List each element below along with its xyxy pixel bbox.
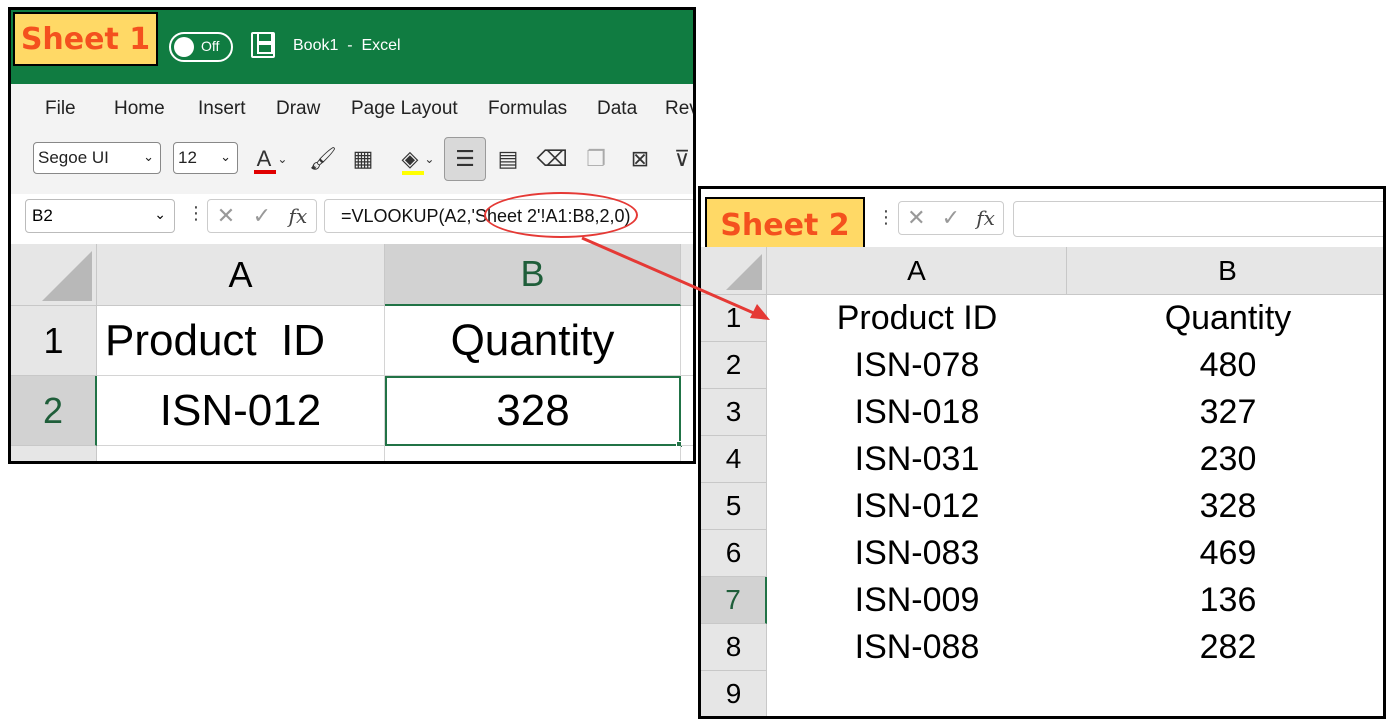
- select-all-corner[interactable]: [701, 247, 767, 295]
- cell-b6[interactable]: 469: [1067, 530, 1383, 577]
- column-header-b[interactable]: B: [385, 244, 681, 306]
- column-header-b[interactable]: B: [1067, 247, 1383, 295]
- chevron-down-icon: ⌄: [143, 149, 154, 164]
- cell-b8[interactable]: 282: [1067, 624, 1383, 671]
- font-color-icon: A: [253, 146, 276, 174]
- cell-b1[interactable]: Quantity: [385, 306, 681, 376]
- sheet1-label: Sheet 1: [13, 12, 158, 66]
- cell-b7[interactable]: 136: [1067, 577, 1383, 624]
- column-header-a[interactable]: A: [767, 247, 1067, 295]
- tab-review[interactable]: Rev: [665, 98, 693, 120]
- cell-c1[interactable]: [681, 306, 693, 376]
- name-box[interactable]: B2 ⌄: [25, 199, 175, 233]
- cell-a6[interactable]: ISN-083: [767, 530, 1067, 577]
- row-header-5[interactable]: 5: [701, 483, 767, 530]
- save-icon[interactable]: [251, 32, 275, 58]
- conditional-format-icon[interactable]: ▤: [493, 144, 523, 174]
- column-header-c[interactable]: [681, 244, 693, 306]
- font-size-value: 12: [178, 148, 197, 167]
- cell-b3[interactable]: 327: [1067, 389, 1383, 436]
- cell-b2[interactable]: 480: [1067, 342, 1383, 389]
- cell-a7[interactable]: ISN-009: [767, 577, 1067, 624]
- column-header-a[interactable]: A: [97, 244, 385, 306]
- cell-b5[interactable]: 328: [1067, 483, 1383, 530]
- tab-home[interactable]: Home: [114, 98, 165, 120]
- insert-function-icon[interactable]: fx: [289, 204, 308, 228]
- cell-a4[interactable]: ISN-031: [767, 436, 1067, 483]
- align-center-icon[interactable]: ☰: [444, 137, 486, 181]
- cell-a9[interactable]: [767, 671, 1067, 716]
- cell-a3[interactable]: ISN-018: [767, 389, 1067, 436]
- cell-b4[interactable]: 230: [1067, 436, 1383, 483]
- fill-color-button[interactable]: ◈ ⌄: [395, 144, 441, 175]
- font-name-select[interactable]: Segoe UI ⌄: [33, 142, 161, 174]
- cancel-icon[interactable]: ✕: [907, 206, 925, 231]
- row-header-4[interactable]: 4: [701, 436, 767, 483]
- range-highlight-circle: [484, 192, 638, 238]
- autosave-toggle[interactable]: Off: [169, 32, 233, 62]
- formula-buttons: ✕ ✓ fx: [898, 201, 1004, 235]
- tab-insert[interactable]: Insert: [198, 98, 246, 120]
- font-color-button[interactable]: A ⌄: [251, 144, 293, 174]
- tab-file[interactable]: File: [45, 98, 76, 120]
- tab-data[interactable]: Data: [597, 98, 637, 120]
- delete-cells-icon[interactable]: ⊠: [625, 144, 655, 174]
- toggle-knob: [174, 37, 194, 57]
- row-header-1[interactable]: 1: [701, 295, 767, 342]
- format-painter-icon[interactable]: 🖌: [308, 144, 338, 174]
- cell-a8[interactable]: ISN-088: [767, 624, 1067, 671]
- document-title: Book1 - Excel: [293, 37, 401, 54]
- copy-icon[interactable]: ❐: [581, 144, 611, 174]
- cell-a5[interactable]: ISN-012: [767, 483, 1067, 530]
- row-header-1[interactable]: 1: [11, 306, 97, 376]
- row-header-3[interactable]: [11, 446, 97, 461]
- cell-a1[interactable]: Product ID: [767, 295, 1067, 342]
- cancel-icon[interactable]: ✕: [217, 204, 235, 229]
- confirm-icon[interactable]: ✓: [253, 204, 271, 229]
- row-header-2[interactable]: 2: [11, 376, 97, 446]
- insert-function-icon[interactable]: fx: [976, 206, 995, 230]
- chevron-down-icon: ⌄: [424, 152, 435, 166]
- sheet2-window: Sheet 2 ⋮ ✕ ✓ fx A B 1 Product ID Quantity…: [698, 186, 1386, 719]
- cell-a3[interactable]: [97, 446, 385, 461]
- filter-icon[interactable]: ⊽: [667, 144, 693, 174]
- font-size-select[interactable]: 12 ⌄: [173, 142, 238, 174]
- chevron-down-icon: ⌄: [154, 206, 166, 222]
- cell-c2[interactable]: [681, 376, 693, 446]
- row-header-2[interactable]: 2: [701, 342, 767, 389]
- chevron-down-icon: ⌄: [220, 149, 231, 164]
- chevron-down-icon: ⌄: [277, 152, 288, 166]
- more-options-icon[interactable]: ⋮: [187, 203, 205, 224]
- cell-b3[interactable]: [385, 446, 681, 461]
- row-header-6[interactable]: 6: [701, 530, 767, 577]
- select-all-corner[interactable]: [11, 244, 97, 306]
- more-options-icon[interactable]: ⋮: [877, 207, 895, 228]
- tab-formulas[interactable]: Formulas: [488, 98, 567, 120]
- sheet2-label: Sheet 2: [705, 197, 865, 253]
- formula-buttons: ✕ ✓ fx: [207, 199, 317, 233]
- name-box-value: B2: [32, 206, 53, 225]
- cell-a2[interactable]: ISN-012: [97, 376, 385, 446]
- autosave-toggle-label: Off: [201, 38, 220, 54]
- cell-b1[interactable]: Quantity: [1067, 295, 1383, 342]
- font-name-value: Segoe UI: [38, 148, 109, 167]
- row-header-7[interactable]: 7: [701, 577, 767, 624]
- cell-a2[interactable]: ISN-078: [767, 342, 1067, 389]
- formula-input[interactable]: [1013, 201, 1383, 237]
- tab-page-layout[interactable]: Page Layout: [351, 98, 458, 120]
- cell-a1[interactable]: Product ID: [97, 306, 385, 376]
- row-header-3[interactable]: 3: [701, 389, 767, 436]
- row-header-8[interactable]: 8: [701, 624, 767, 671]
- cell-styles-icon[interactable]: ▦: [348, 144, 378, 174]
- row-header-9[interactable]: 9: [701, 671, 767, 716]
- eraser-icon[interactable]: ⌫: [536, 144, 567, 174]
- confirm-icon[interactable]: ✓: [942, 206, 960, 231]
- tab-draw[interactable]: Draw: [276, 98, 320, 120]
- fill-color-icon: ◈: [401, 147, 424, 175]
- cell-b2[interactable]: 328: [385, 376, 681, 446]
- cell-b9[interactable]: [1067, 671, 1383, 716]
